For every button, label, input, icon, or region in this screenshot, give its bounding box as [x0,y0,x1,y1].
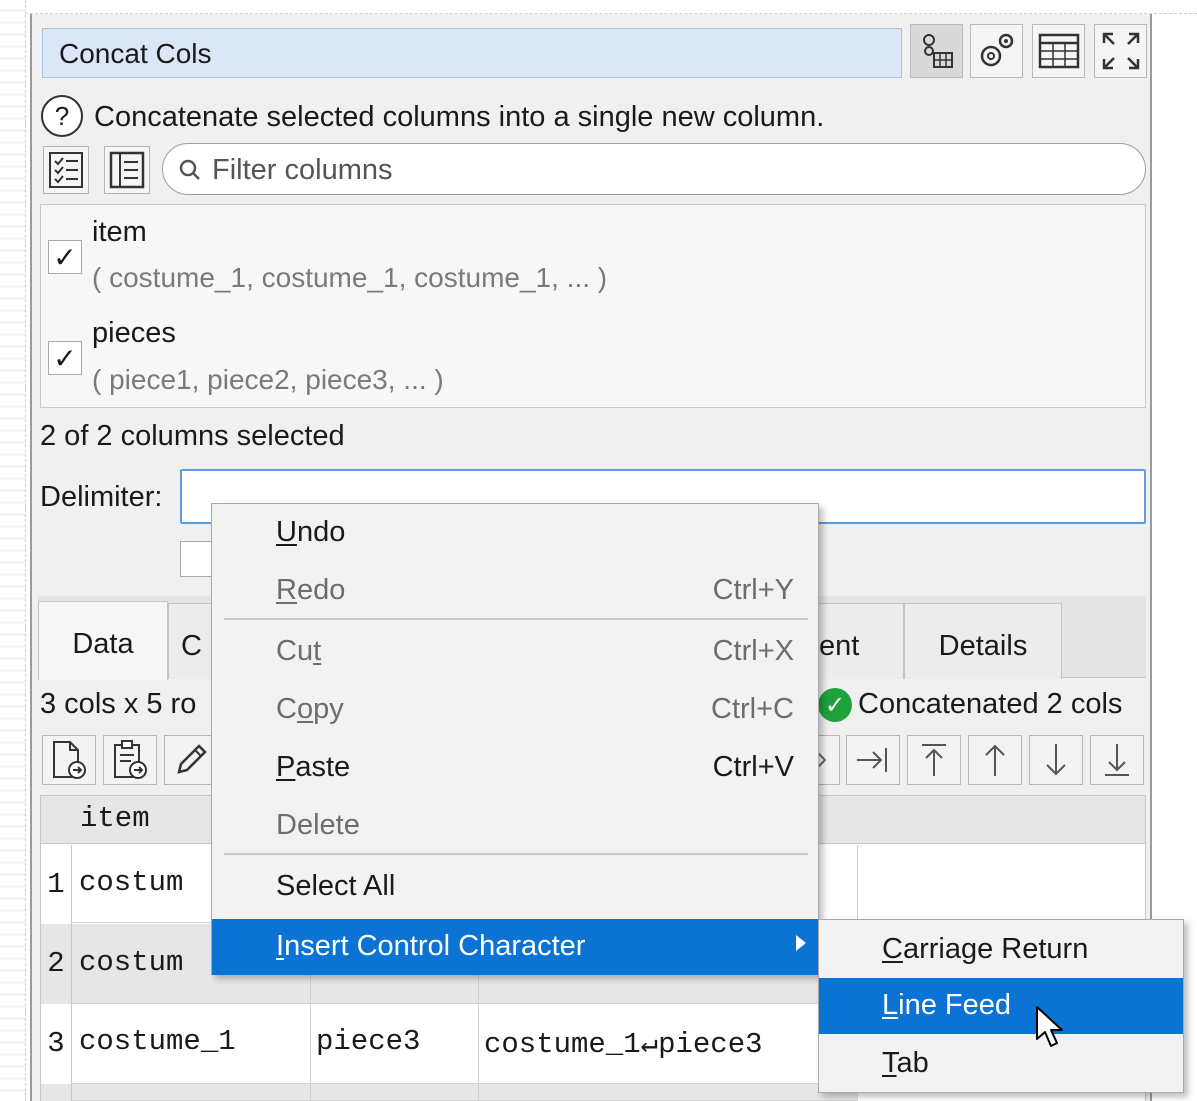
panel-description: Concatenate selected columns into a sing… [94,101,825,133]
grid-cell[interactable]: costume_1↵piece3 [484,1025,814,1061]
new-file-button[interactable] [42,735,96,785]
grid-cell[interactable]: costum [79,866,183,899]
move-top-button[interactable] [907,735,961,785]
help-icon[interactable]: ? [41,95,83,137]
submenu-item-carriage-return[interactable]: Carriage Return [819,922,1183,978]
torn-edge-top [0,0,1197,14]
check-all-button[interactable] [43,146,89,194]
mouse-cursor-icon [1036,1006,1063,1047]
arrow-up-icon [985,744,1005,776]
maximize-icon [1102,32,1139,70]
dimensions-status: 3 cols x 5 ro [40,688,197,720]
search-icon [179,159,200,180]
checklist-icon [49,152,83,188]
tab-partial-right[interactable]: ent [818,603,904,679]
column-header-item[interactable]: item [80,802,150,835]
grid-cell[interactable]: piece3 [316,1025,420,1058]
submenu-item-line-feed[interactable]: Line Feed [819,978,1183,1034]
menu-item-undo[interactable]: Undo [212,506,818,560]
uncheck-all-button[interactable] [104,146,150,194]
grid-cell[interactable]: costum [79,946,183,979]
shortcut-label: Ctrl+X [712,635,794,667]
move-bottom-button[interactable] [1090,735,1144,785]
move-up-button[interactable] [968,735,1022,785]
arrow-down-icon [1046,744,1066,776]
arrow-to-top-icon [922,744,946,776]
clipboard-icon [114,740,147,779]
maximize-button[interactable] [1094,24,1147,78]
move-last-button[interactable] [846,735,900,785]
list-icon [109,151,145,189]
column-sample-item: ( costume_1, costume_1, costume_1, ... ) [92,262,608,293]
selected-count: 2 of 2 columns selected [40,420,345,452]
column-sample-pieces: ( piece1, piece2, piece3, ... ) [92,364,444,395]
column-calc-icon [922,34,953,68]
menu-item-select-all[interactable]: Select All [212,860,818,914]
move-down-button[interactable] [1029,735,1083,785]
tab-details[interactable]: Details [904,603,1062,679]
submenu-arrow-icon [796,935,806,951]
panel-title: Concat Cols [42,28,902,78]
arrow-to-bottom-icon [1105,744,1129,776]
row-number: 2 [41,924,72,1004]
shortcut-label: Ctrl+Y [712,574,794,606]
column-divider [857,845,858,924]
menu-item-redo[interactable]: Redo Ctrl+Y [212,564,818,618]
menu-separator [224,618,808,620]
arrow-to-end-icon [857,748,887,772]
column-name-pieces: pieces [92,317,176,349]
row-number [41,1084,72,1101]
option-checkbox[interactable] [180,541,212,577]
grid-cell[interactable]: costume_1 [79,1025,236,1058]
ok-check-icon: ✓ [818,688,852,722]
settings-button[interactable] [970,24,1023,78]
menu-item-delete[interactable]: Delete [212,799,818,853]
column-checkbox-pieces[interactable]: ✓ [48,341,82,375]
pencil-icon [177,744,207,774]
paste-new-button[interactable] [103,735,157,785]
menu-item-insert-control-character[interactable]: Insert Control Character [212,919,818,975]
tab-data[interactable]: Data [38,601,168,680]
table-row [72,1084,858,1101]
submenu-item-tab[interactable]: Tab [819,1036,1183,1092]
menu-item-copy[interactable]: Copy Ctrl+C [212,683,818,737]
table-icon [1038,33,1079,69]
delimiter-label: Delimiter: [40,481,163,513]
shortcut-label: Ctrl+C [711,693,794,725]
new-file-icon [53,741,86,779]
row-number: 1 [41,845,72,924]
column-name-item: item [92,216,147,248]
filter-columns-input[interactable] [210,147,1110,193]
edit-button[interactable] [164,735,218,785]
transform-status: Concatenated 2 cols [858,688,1123,720]
table-view-button[interactable] [1032,24,1085,78]
menu-separator [224,853,808,855]
shortcut-label: Ctrl+V [712,751,794,783]
column-calc-button[interactable] [910,24,963,78]
torn-edge-left [0,0,26,1101]
menu-item-cut[interactable]: Cut Ctrl+X [212,625,818,679]
row-number: 3 [41,1004,72,1084]
column-checkbox-item[interactable]: ✓ [48,240,82,274]
settings-gears-icon [980,33,1013,67]
menu-item-paste[interactable]: Paste Ctrl+V [212,741,818,795]
